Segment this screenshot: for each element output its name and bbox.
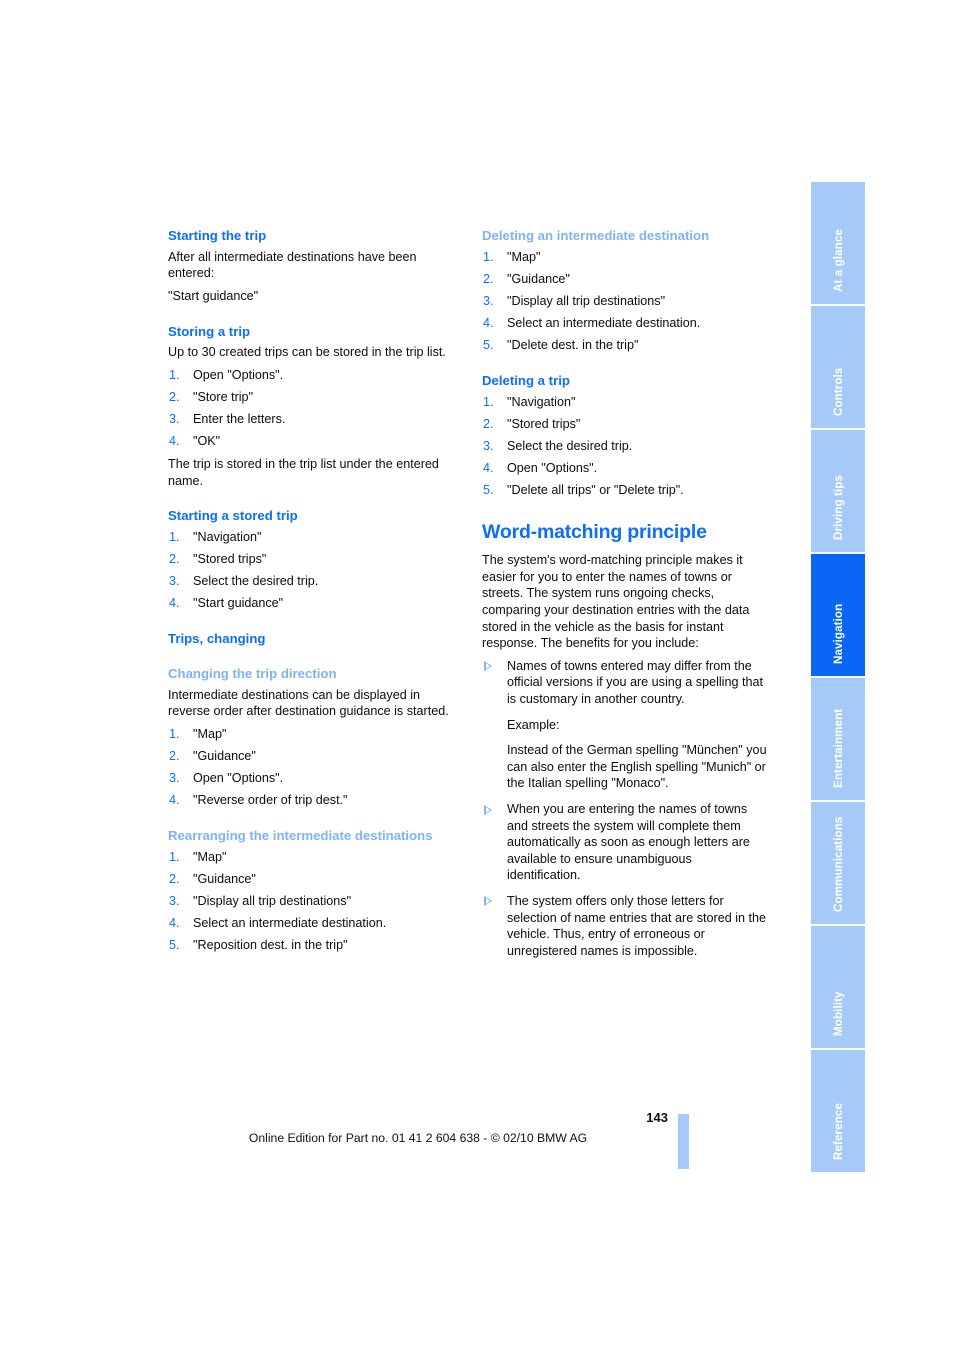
triangle-bullet-icon (484, 896, 492, 907)
side-tab-label: At a glance (832, 229, 845, 292)
side-tab-label: Navigation (832, 603, 845, 664)
step-item: "Display all trip destinations" (169, 893, 352, 909)
side-tab-controls[interactable]: Controls (811, 306, 865, 428)
step-item: "Start guidance" (169, 595, 284, 611)
steps-deleting-an-intermediate-destination: "Map" "Guidance" "Display all trip desti… (482, 249, 768, 354)
heading-starting-the-trip: Starting the trip (168, 228, 267, 243)
step-item: Open "Options". (169, 770, 284, 786)
step-item: "Navigation" (169, 529, 262, 545)
triangle-bullet-icon (484, 804, 492, 815)
step-item: "Stored trips" (483, 416, 581, 432)
side-tab-navigation[interactable]: Navigation (811, 554, 865, 676)
heading-trips-changing: Trips, changing (168, 630, 266, 646)
step-item: "Store trip" (169, 389, 254, 405)
step-item: "Delete all trips" or "Delete trip". (483, 482, 684, 498)
heading-word-matching-principle: Word-matching principle (482, 520, 707, 543)
step-item: "Stored trips" (169, 551, 267, 567)
steps-changing-the-trip-direction: "Map" "Guidance" Open "Options". "Revers… (168, 726, 454, 809)
step-item: "Navigation" (483, 394, 576, 410)
bullet-item: The system offers only those letters for… (482, 893, 768, 959)
step-item: Select an intermediate destination. (483, 315, 701, 331)
bullet-text: The system offers only those letters for… (507, 893, 767, 958)
side-tab-label: Reference (832, 1103, 845, 1160)
step-item: "Map" (483, 249, 541, 265)
bullet-sub-text: Instead of the German spelling "München"… (507, 743, 767, 791)
side-tab-at-a-glance[interactable]: At a glance (811, 182, 865, 304)
right-text-column: Deleting an intermediate destination "Ma… (482, 228, 768, 968)
heading-starting-a-stored-trip: Starting a stored trip (168, 508, 298, 524)
left-text-column: Starting the trip After all intermediate… (168, 228, 454, 960)
page-number: 143 (646, 1110, 668, 1125)
bullet-sub-text: Example: (507, 717, 560, 732)
paragraph-changing-the-trip-direction-intro: Intermediate destinations can be display… (168, 687, 449, 719)
step-item: Open "Options". (169, 367, 284, 383)
side-tab-entertainment[interactable]: Entertainment (811, 678, 865, 800)
bullet-text: Names of towns entered may differ from t… (507, 658, 763, 707)
heading-deleting-an-intermediate-destination: Deleting an intermediate destination (482, 228, 710, 243)
step-item: "Guidance" (169, 748, 256, 764)
heading-storing-a-trip: Storing a trip (168, 323, 251, 339)
triangle-bullet-icon (484, 661, 492, 672)
step-item: "Map" (169, 726, 227, 742)
side-tab-label: Driving tips (832, 475, 845, 540)
paragraph-storing-a-trip-outro: The trip is stored in the trip list unde… (168, 456, 439, 488)
step-item: "Guidance" (483, 271, 570, 287)
side-tab-mobility[interactable]: Mobility (811, 926, 865, 1048)
heading-changing-the-trip-direction: Changing the trip direction (168, 665, 337, 681)
side-tab-label: Mobility (832, 991, 845, 1036)
step-item: "Delete dest. in the trip" (483, 337, 639, 353)
bullet-item: Names of towns entered may differ from t… (482, 658, 768, 792)
paragraph-word-matching-intro: The system's word-matching principle mak… (482, 553, 750, 651)
heading-deleting-a-trip: Deleting a trip (482, 373, 570, 389)
heading-rearranging-the-intermediate-destinations: Rearranging the intermediate destination… (168, 827, 433, 843)
side-tab-driving-tips[interactable]: Driving tips (811, 430, 865, 552)
footer-copyright-note: Online Edition for Part no. 01 41 2 604 … (248, 1131, 588, 1145)
steps-starting-a-stored-trip: "Navigation" "Stored trips" Select the d… (168, 529, 454, 612)
step-item: "Reposition dest. in the trip" (169, 937, 348, 953)
side-tab-communications[interactable]: Communications (811, 802, 865, 924)
side-tab-reference[interactable]: Reference (811, 1050, 865, 1172)
step-item: Select the desired trip. (483, 438, 633, 454)
step-item: Open "Options". (483, 460, 598, 476)
steps-deleting-a-trip: "Navigation" "Stored trips" Select the d… (482, 394, 768, 499)
bullet-text: When you are entering the names of towns… (507, 802, 750, 883)
paragraph-storing-a-trip-intro: Up to 30 created trips can be stored in … (168, 345, 446, 360)
step-item: "OK" (169, 433, 221, 449)
page-number-accent-bar (678, 1114, 689, 1169)
step-item: Select an intermediate destination. (169, 915, 387, 931)
step-item: "Guidance" (169, 871, 256, 887)
side-tab-label: Communications (832, 816, 845, 912)
paragraph-starting-the-trip-command: "Start guidance" (168, 289, 259, 304)
step-item: "Map" (169, 849, 227, 865)
step-item: "Reverse order of trip dest." (169, 792, 348, 808)
benefits-bullet-list: Names of towns entered may differ from t… (482, 658, 768, 960)
steps-storing-a-trip: Open "Options". "Store trip" Enter the l… (168, 367, 454, 450)
bullet-item: When you are entering the names of towns… (482, 801, 768, 884)
side-tab-label: Controls (832, 367, 845, 416)
side-tab-label: Entertainment (832, 708, 845, 788)
manual-page: Starting the trip After all intermediate… (0, 0, 954, 1350)
step-item: Enter the letters. (169, 411, 286, 427)
step-item: Select the desired trip. (169, 573, 319, 589)
paragraph-starting-the-trip-intro: After all intermediate destinations have… (168, 249, 417, 281)
step-item: "Display all trip destinations" (483, 293, 666, 309)
chapter-index-tabs: At a glance Controls Driving tips Naviga… (811, 182, 865, 1172)
steps-rearranging-the-intermediate-destinations: "Map" "Guidance" "Display all trip desti… (168, 849, 454, 954)
